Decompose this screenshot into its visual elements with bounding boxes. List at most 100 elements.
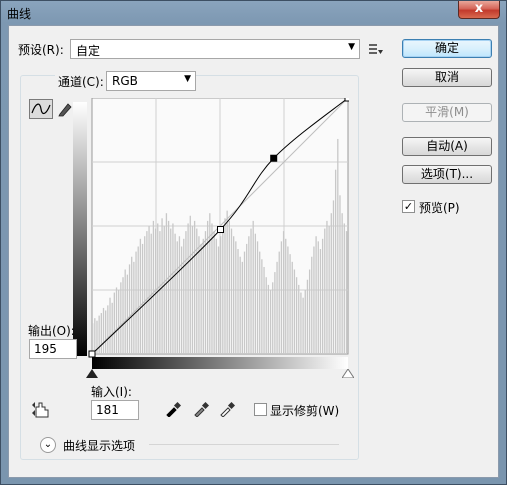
histogram-bar <box>259 251 261 354</box>
histogram-bar <box>211 223 213 354</box>
histogram-bar <box>209 213 211 354</box>
histogram-bar <box>341 213 343 354</box>
histogram-bar <box>163 226 165 354</box>
preset-select[interactable]: 自定 ▼ <box>70 39 360 59</box>
histogram-bar <box>311 256 313 354</box>
histogram-bar <box>282 231 285 354</box>
histogram-bar <box>109 297 111 354</box>
black-point-slider-icon[interactable] <box>86 369 98 378</box>
histogram-bar <box>345 231 348 354</box>
histogram-bar <box>324 228 326 354</box>
preset-options-icon[interactable] <box>369 43 383 55</box>
close-button[interactable]: x <box>458 1 500 19</box>
curve-point[interactable] <box>344 98 349 102</box>
histogram-bar <box>228 220 230 354</box>
histogram-bar <box>107 305 109 354</box>
histogram-bar <box>285 238 287 354</box>
histogram-bar <box>141 243 144 354</box>
histogram-bar <box>152 220 155 354</box>
histogram-bar <box>334 169 337 354</box>
histogram-bar <box>148 226 150 354</box>
histogram-bar <box>321 238 324 354</box>
pencil-draw-tool-icon[interactable] <box>57 101 73 117</box>
histogram-bar <box>267 284 270 354</box>
preset-label: 预设(R): <box>18 43 64 57</box>
curve-display-options-label[interactable]: 曲线显示选项 <box>63 437 135 454</box>
histogram-bar <box>94 318 96 354</box>
input-field[interactable]: 181 <box>91 400 139 420</box>
channel-label: 通道(C): <box>55 73 107 90</box>
options-button[interactable]: 选项(T)... <box>402 165 492 184</box>
histogram-bar <box>220 236 222 354</box>
histogram-bar <box>206 220 209 354</box>
on-image-adjust-tool-icon[interactable] <box>31 401 53 419</box>
histogram-bar <box>306 279 309 354</box>
histogram-bar <box>254 233 257 354</box>
selected-curve-point[interactable] <box>270 154 278 162</box>
histogram-bar <box>339 195 341 354</box>
histogram-bar <box>315 236 317 354</box>
curve-graph[interactable] <box>73 98 349 370</box>
histogram-bar <box>167 220 170 354</box>
histogram-bar <box>170 228 172 354</box>
channel-select[interactable]: RGB ▼ <box>106 71 196 91</box>
histogram-bar <box>124 269 126 354</box>
histogram-bar <box>295 277 298 354</box>
black-point-eyedropper-icon[interactable] <box>165 401 181 417</box>
histogram-bar <box>313 246 315 354</box>
show-clipping-checkbox[interactable] <box>254 403 267 416</box>
expand-chevron-icon[interactable]: ⌄ <box>40 437 56 453</box>
preview-checkbox[interactable]: ✓ <box>402 200 415 213</box>
channel-value: RGB <box>112 74 138 88</box>
curve-point[interactable] <box>217 226 225 234</box>
window-title: 曲线 <box>7 7 32 21</box>
histogram-bar <box>248 236 250 354</box>
histogram-bar <box>230 228 233 354</box>
histogram-bar <box>92 323 94 354</box>
histogram-bar <box>237 249 239 354</box>
histogram-bar <box>172 223 174 354</box>
histogram-bar <box>105 310 107 354</box>
histogram-bar <box>233 236 235 354</box>
histogram-bar <box>191 226 194 354</box>
histogram-bar <box>239 256 241 354</box>
histogram-bar <box>272 282 274 354</box>
histogram-bar <box>198 236 200 354</box>
histogram-bar <box>289 254 291 354</box>
histogram-bar <box>302 297 304 354</box>
histogram-bar <box>241 261 243 354</box>
chevron-down-icon: ▼ <box>348 42 355 52</box>
cancel-button[interactable]: 取消 <box>402 68 492 87</box>
smooth-button: 平滑(M) <box>402 103 492 122</box>
histogram-bar <box>276 261 278 354</box>
histogram-bar <box>269 290 272 354</box>
histogram-bar <box>183 238 185 354</box>
histogram-bar <box>246 243 248 354</box>
title-bar[interactable]: 曲线 x <box>1 1 506 25</box>
histogram-bar <box>137 246 139 354</box>
histogram-bar <box>178 236 181 354</box>
gray-point-eyedropper-icon[interactable] <box>193 401 209 417</box>
histogram-bar <box>131 256 133 354</box>
histogram-bar <box>250 228 252 354</box>
histogram-bar <box>144 236 146 354</box>
curves-dialog: 曲线 x 预设(R): 自定 ▼ 确定 取消 平滑(M) 自动(A) 选项(T)… <box>0 0 507 485</box>
output-gradient-bar <box>73 102 87 356</box>
histogram-bar <box>304 290 306 354</box>
histogram-bar <box>135 251 137 354</box>
ok-button[interactable]: 确定 <box>402 39 492 58</box>
histogram-bar <box>308 269 311 354</box>
histogram-bar <box>298 284 300 354</box>
histogram-bar <box>176 241 178 354</box>
white-point-slider-icon[interactable] <box>342 369 354 378</box>
output-field[interactable]: 195 <box>29 339 77 359</box>
curve-point-tool-icon[interactable] <box>29 99 53 119</box>
histogram-bar <box>187 223 189 354</box>
histogram-bar <box>196 228 198 354</box>
histogram-bar <box>111 302 113 354</box>
curve-point[interactable] <box>88 350 96 358</box>
auto-button[interactable]: 自动(A) <box>402 137 492 156</box>
histogram-bar <box>185 231 187 354</box>
white-point-eyedropper-icon[interactable] <box>219 401 235 417</box>
histogram-bar <box>287 246 289 354</box>
